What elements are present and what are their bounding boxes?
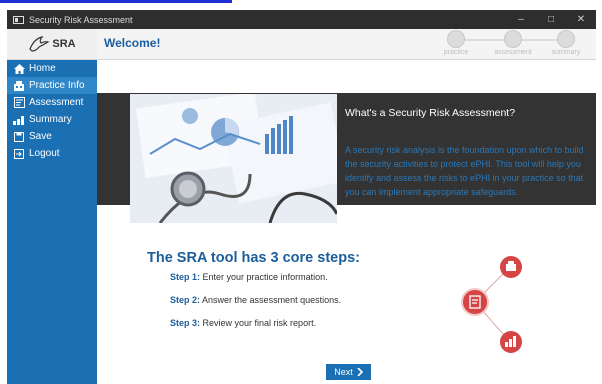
sidebar: Home Practice Info Assessment Summary Sa… (7, 60, 97, 384)
sidebar-item-save[interactable]: Save (7, 128, 97, 145)
main-content: What's a Security Risk Assessment? A sec… (97, 60, 596, 384)
progress-step-label: assessment (494, 49, 532, 56)
save-icon (13, 131, 25, 142)
clipboard-icon (504, 30, 522, 48)
sidebar-item-label: Save (29, 131, 52, 142)
chart-icon (557, 30, 575, 48)
steps-diagram (461, 256, 522, 353)
step-item: Step 1: Enter your practice information. (170, 272, 328, 282)
sidebar-item-practice-info[interactable]: Practice Info (7, 77, 97, 94)
chart-icon (13, 115, 25, 125)
top-accent-line (0, 0, 232, 3)
progress-step-summary: summary (541, 30, 591, 56)
sidebar-item-label: Assessment (29, 97, 84, 108)
close-button[interactable]: ✕ (566, 14, 596, 25)
step-label: Step 2: (170, 295, 201, 305)
info-description: A security risk analysis is the foundati… (345, 145, 584, 197)
home-icon (13, 63, 25, 74)
info-title: What's a Security Risk Assessment? (345, 107, 516, 119)
window-titlebar: Security Risk Assessment – □ ✕ (7, 10, 596, 29)
sidebar-item-label: Home (29, 63, 56, 74)
next-label: Next (334, 367, 353, 377)
logout-icon (13, 148, 25, 159)
chevron-right-icon (357, 368, 363, 376)
building-icon (447, 30, 465, 48)
progress-step-label: summary (551, 49, 581, 56)
sidebar-item-assessment[interactable]: Assessment (7, 94, 97, 111)
progress-step-practice: practice (431, 30, 481, 56)
sidebar-item-label: Logout (29, 148, 60, 159)
eagle-icon (29, 36, 50, 52)
step-label: Step 1: (170, 272, 201, 282)
logo-text: SRA (52, 38, 76, 50)
chart-icon (500, 331, 522, 353)
sidebar-item-label: Practice Info (29, 80, 85, 91)
step-item: Step 3: Review your final risk report. (170, 318, 316, 328)
sidebar-item-summary[interactable]: Summary (7, 111, 97, 128)
sidebar-item-home[interactable]: Home (7, 60, 97, 77)
core-steps-title: The SRA tool has 3 core steps: (147, 250, 360, 266)
progress-step-assessment: assessment (488, 30, 538, 56)
step-text: Enter your practice information. (202, 272, 328, 282)
building-icon (500, 256, 522, 278)
step-item: Step 2: Answer the assessment questions. (170, 295, 341, 305)
stethoscope-image (130, 94, 337, 223)
progress-indicator: practice assessment summary (426, 30, 586, 58)
clipboard-icon (13, 97, 25, 108)
clipboard-icon (461, 288, 489, 316)
building-icon (13, 80, 25, 91)
minimize-button[interactable]: – (506, 14, 536, 25)
progress-step-label: practice (443, 49, 469, 56)
sra-logo: SRA (7, 29, 97, 59)
page-title: Welcome! (104, 36, 161, 50)
app-header: SRA Welcome! practice assessment summary (7, 29, 596, 60)
sidebar-item-label: Summary (29, 114, 72, 125)
window-title: Security Risk Assessment (29, 14, 133, 25)
step-label: Step 3: (170, 318, 201, 328)
sidebar-item-logout[interactable]: Logout (7, 145, 97, 162)
next-button[interactable]: Next (326, 364, 371, 380)
step-text: Answer the assessment questions. (202, 295, 342, 305)
step-text: Review your final risk report. (202, 318, 317, 328)
app-icon (13, 15, 24, 24)
maximize-button[interactable]: □ (536, 14, 566, 25)
